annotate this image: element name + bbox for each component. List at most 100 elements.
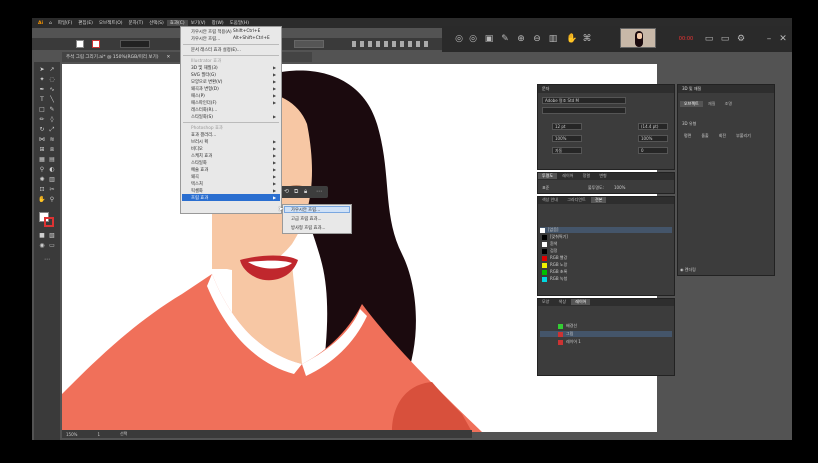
render-button[interactable]: ◉ 렌더링 xyxy=(680,267,720,274)
menu-item-brush-strokes[interactable]: 브러시 획 xyxy=(191,139,208,145)
rectangle-tool-icon[interactable]: □ xyxy=(38,106,46,113)
swatch-row[interactable]: 흰색 xyxy=(542,241,557,247)
zoom-in-icon[interactable]: ⊕ xyxy=(516,34,526,44)
width-tool-icon[interactable]: ⋈ xyxy=(38,136,46,143)
settings-icon[interactable]: ⚙ xyxy=(736,34,746,44)
screen-mode-icon[interactable]: ▭ xyxy=(48,242,56,249)
pen-tool-icon[interactable]: ✒ xyxy=(38,86,46,93)
menu-item-pathfinder[interactable]: 패스파인더(F) xyxy=(191,100,217,106)
fill-swatch[interactable] xyxy=(76,40,84,48)
tab-layers[interactable]: 레이어 xyxy=(571,299,591,305)
screen-icon[interactable]: ▭ xyxy=(720,34,730,44)
slice-tool-icon[interactable]: ✂ xyxy=(48,186,56,193)
tab-gradient[interactable]: 그라디언트 xyxy=(563,197,589,203)
menu-item-effect-gallery[interactable]: 효과 갤러리... xyxy=(191,132,216,138)
rotate-icon[interactable]: ⟲ xyxy=(284,188,289,195)
menu-item-3d[interactable]: 3D 및 재질(3) xyxy=(191,65,218,71)
pencil-tool-icon[interactable]: ✏ xyxy=(38,116,46,123)
blend-tool-icon[interactable]: ◐ xyxy=(48,166,56,173)
magic-wand-icon[interactable]: ✦ xyxy=(38,76,46,83)
tab-swatches[interactable]: 견본 xyxy=(590,197,607,203)
submenu-item-radial-blur[interactable]: 방사형 흐림 효과... xyxy=(291,225,326,231)
graph-tool-icon[interactable]: ▥ xyxy=(48,176,56,183)
opacity-value[interactable]: 100% xyxy=(614,185,625,190)
minimize-icon[interactable]: – xyxy=(764,34,774,44)
swatch-row[interactable]: 검정 xyxy=(542,248,557,254)
rotate-tool-icon[interactable]: ↻ xyxy=(38,126,46,133)
context-palette[interactable]: ⟲ ⧉ 🔒︎ ⋯ xyxy=(280,186,328,198)
kerning-field[interactable]: 자동 xyxy=(552,147,582,154)
menu-item-stylize-ai[interactable]: 스타일화(S) xyxy=(191,114,213,120)
tab-lighting[interactable]: 조명 xyxy=(721,101,736,107)
menu-item-convert-shape[interactable]: 모양으로 변환(V) xyxy=(191,79,222,85)
lasso-icon[interactable]: ◌ xyxy=(48,76,56,83)
inflate-button[interactable]: 부풀리기 xyxy=(736,133,751,139)
tab-object[interactable]: 오브젝트 xyxy=(680,101,703,107)
menu-edit[interactable]: 편집(E) xyxy=(75,20,96,26)
menu-item-path[interactable]: 패스(P) xyxy=(191,93,205,99)
board-icon[interactable]: ▣ xyxy=(484,34,494,44)
menu-item-blur[interactable]: 흐림 효과 xyxy=(191,195,208,201)
menu-item-rasterize[interactable]: 래스터화(R)... xyxy=(191,107,217,113)
vertical-scale-field[interactable]: 100% xyxy=(552,135,582,142)
tab-color-guide[interactable]: 색상 안내 xyxy=(538,197,562,203)
more-tools-icon[interactable]: ⋯ xyxy=(43,256,51,263)
lock-icon[interactable]: 🔒︎ xyxy=(304,188,307,196)
artboard-tool-icon[interactable]: ⊡ xyxy=(38,186,46,193)
more-icon[interactable]: ⋯ xyxy=(316,188,322,195)
menu-type[interactable]: 문자(T) xyxy=(126,20,147,26)
layer-row[interactable]: 그림 xyxy=(540,331,672,337)
menu-item-svg[interactable]: SVG 필터(G) xyxy=(191,72,216,78)
menu-item-sketch[interactable]: 스케치 효과 xyxy=(191,153,212,159)
tab-transform[interactable]: 변형 xyxy=(595,173,610,179)
curvature-icon[interactable]: ∿ xyxy=(48,86,56,93)
zoom-tool-icon[interactable]: ⚲ xyxy=(48,196,56,203)
layer-row[interactable]: 레이어 1 xyxy=(558,339,581,345)
duplicate-icon[interactable]: ⧉ xyxy=(294,188,298,196)
record-icon[interactable]: ◎ xyxy=(454,34,464,44)
artboard-number[interactable]: 1 xyxy=(97,432,100,437)
record-button-icon[interactable]: ▭ xyxy=(704,34,714,44)
plane-button[interactable]: 평면 xyxy=(684,133,691,139)
menu-object[interactable]: 오브젝트(O) xyxy=(96,20,126,26)
direct-select-tool-icon[interactable]: ↗ xyxy=(48,66,56,73)
submenu-item-smart-blur[interactable]: 고급 흐림 효과... xyxy=(291,216,322,222)
hand-tool-icon[interactable]: ✋ xyxy=(38,196,46,203)
menu-item-apply-gaussian[interactable]: 가우시안 흐림 적용(A) xyxy=(191,29,232,35)
tab-align[interactable]: 정렬 xyxy=(579,173,594,179)
tab-material[interactable]: 재질 xyxy=(704,101,719,107)
layout-icon[interactable]: ▥ xyxy=(548,34,558,44)
gradient-tool-icon[interactable]: ▤ xyxy=(48,156,56,163)
line-tool-icon[interactable]: ╲ xyxy=(48,96,56,103)
menu-select[interactable]: 선택(S) xyxy=(146,20,167,26)
menu-item-distort-ps[interactable]: 왜곡 xyxy=(191,174,199,180)
horizontal-scale-field[interactable]: 100% xyxy=(638,135,668,142)
font-family-field[interactable]: Adobe 명조 Std M xyxy=(542,97,626,104)
font-size-field[interactable]: 12 pt xyxy=(552,123,582,130)
menu-item-texture[interactable]: 텍스처 xyxy=(191,181,203,187)
submenu-item-gaussian[interactable]: 가우시안 흐림... xyxy=(291,207,320,213)
swatch-row[interactable]: RGB 노랑 xyxy=(542,262,567,268)
extrude-button[interactable]: 돌출 xyxy=(701,133,708,139)
brush-tool-icon[interactable]: ✎ xyxy=(48,106,56,113)
style-field[interactable] xyxy=(294,40,324,48)
draw-mode-icon[interactable]: ◉ xyxy=(38,242,46,249)
eyedropper-icon[interactable]: ⚲ xyxy=(38,166,46,173)
tab-layers-mini[interactable]: 레이어 xyxy=(558,173,577,179)
perspective-icon[interactable]: ⧈ xyxy=(48,146,56,153)
stroke-swatch[interactable] xyxy=(92,40,100,48)
gradient-mode-icon[interactable]: ▧ xyxy=(48,232,56,239)
menu-item-raster-settings[interactable]: 문서 래스터 효과 설정(E)... xyxy=(191,47,241,53)
close-icon[interactable]: ✕ xyxy=(778,34,788,44)
revolve-button[interactable]: 회전 xyxy=(719,133,726,139)
tab-color[interactable]: 색상 xyxy=(555,299,570,305)
camera-icon[interactable]: ⌘ xyxy=(582,34,592,44)
type-tool-icon[interactable]: T xyxy=(38,96,46,103)
stroke-color-box[interactable] xyxy=(44,217,54,227)
tab-appearance[interactable]: 모양 xyxy=(538,299,553,305)
swatch-row[interactable]: RGB 초록 xyxy=(542,269,567,275)
layer-row[interactable]: 배경선 xyxy=(558,323,577,329)
menu-item-distort[interactable]: 왜곡과 변형(D) xyxy=(191,86,219,92)
menu-item-stylize-ps[interactable]: 스타일화 xyxy=(191,160,207,166)
align-buttons[interactable] xyxy=(352,41,432,47)
